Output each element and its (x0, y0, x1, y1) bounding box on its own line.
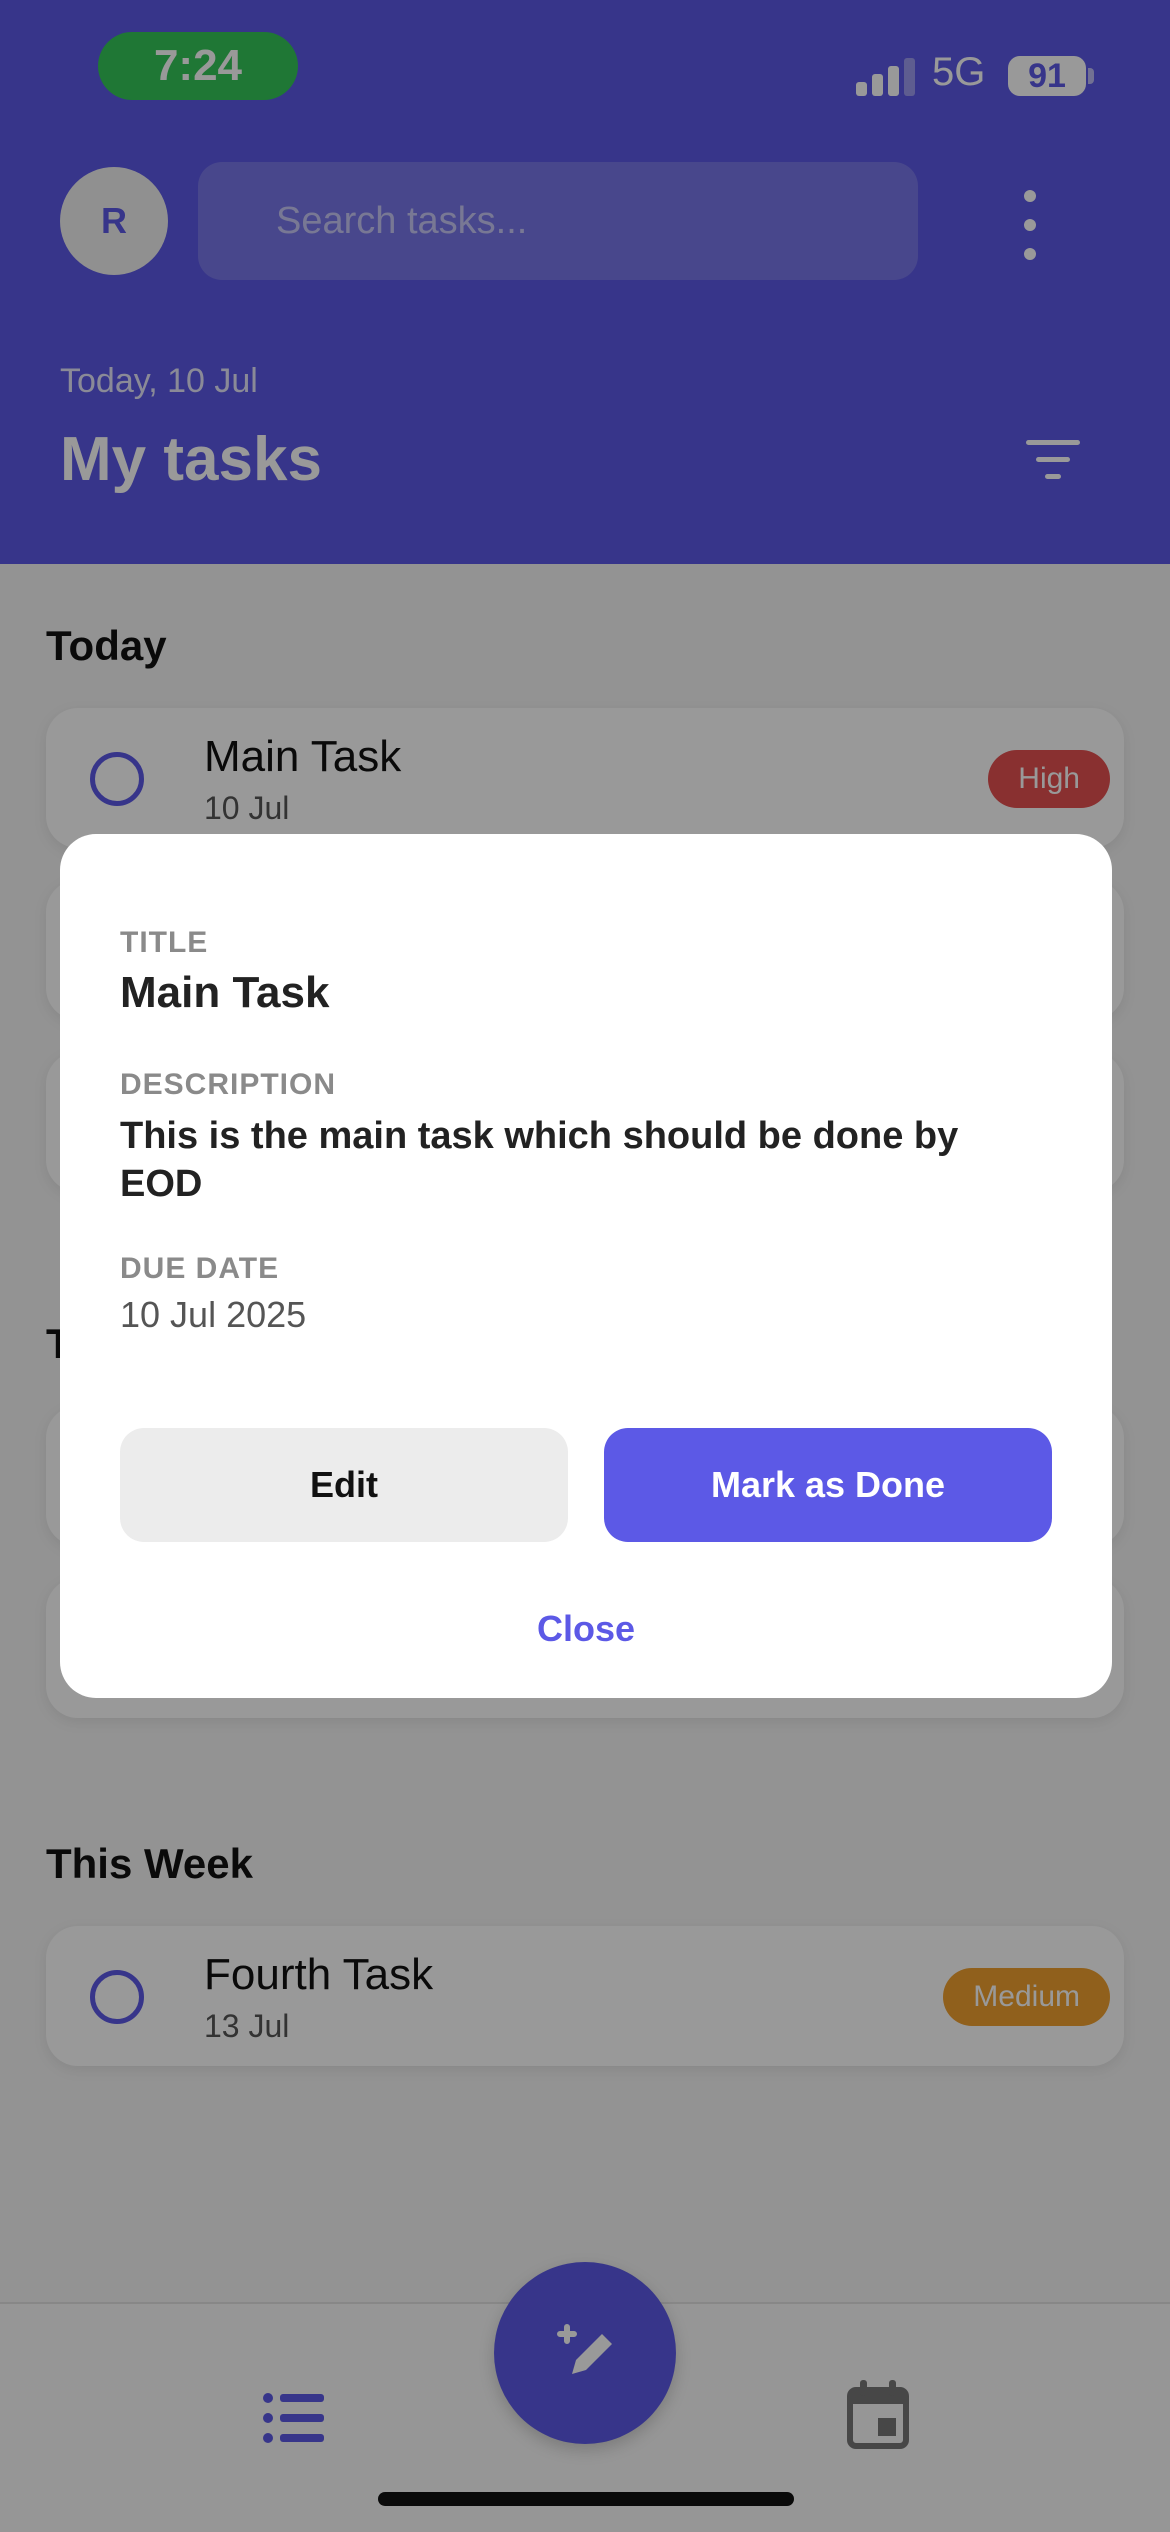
mark-as-done-button[interactable]: Mark as Done (604, 1428, 1052, 1542)
due-date-label: DUE DATE (120, 1252, 280, 1285)
task-description-value: This is the main task which should be do… (120, 1115, 959, 1205)
task-detail-modal: TITLE Main Task DESCRIPTION This is the … (60, 834, 1112, 1698)
title-label: TITLE (120, 926, 209, 959)
task-title-value: Main Task (120, 968, 330, 1017)
edit-button[interactable]: Edit (120, 1428, 568, 1542)
close-button[interactable]: Close (486, 1594, 686, 1664)
description-label: DESCRIPTION (120, 1068, 337, 1101)
due-date-value: 10 Jul 2025 (120, 1294, 307, 1335)
